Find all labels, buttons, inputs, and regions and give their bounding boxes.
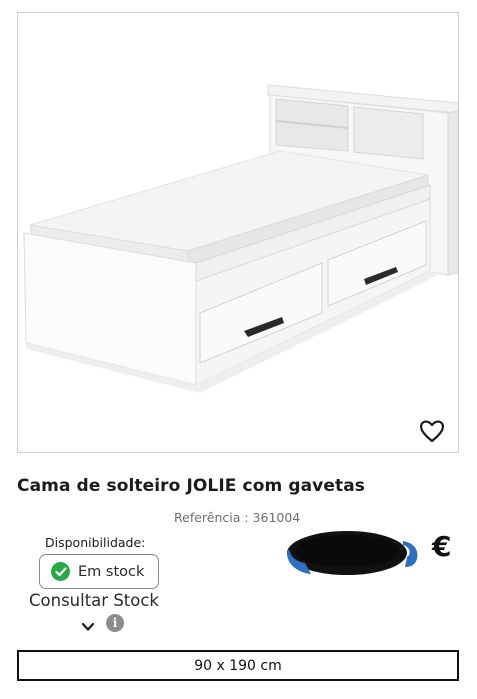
wishlist-button[interactable]	[418, 418, 446, 444]
stock-status-text: Em stock	[78, 563, 145, 580]
bed-illustration	[23, 84, 458, 393]
chevron-down-icon[interactable]	[81, 617, 95, 636]
product-image[interactable]	[17, 12, 459, 453]
check-circle-icon	[51, 562, 70, 581]
info-icon[interactable]: i	[106, 614, 124, 632]
stock-status-badge: Em stock	[39, 554, 159, 589]
product-reference: Referência : 361004	[174, 510, 301, 525]
price-value-redacted	[285, 527, 421, 583]
size-selector-button[interactable]: 90 x 190 cm	[17, 650, 459, 681]
price-currency: €	[432, 530, 452, 563]
heart-icon	[420, 420, 444, 443]
consult-stock-link[interactable]: Consultar Stock	[29, 591, 159, 610]
product-title: Cama de solteiro JOLIE com gavetas	[17, 476, 365, 496]
availability-label: Disponibilidade:	[45, 535, 146, 550]
